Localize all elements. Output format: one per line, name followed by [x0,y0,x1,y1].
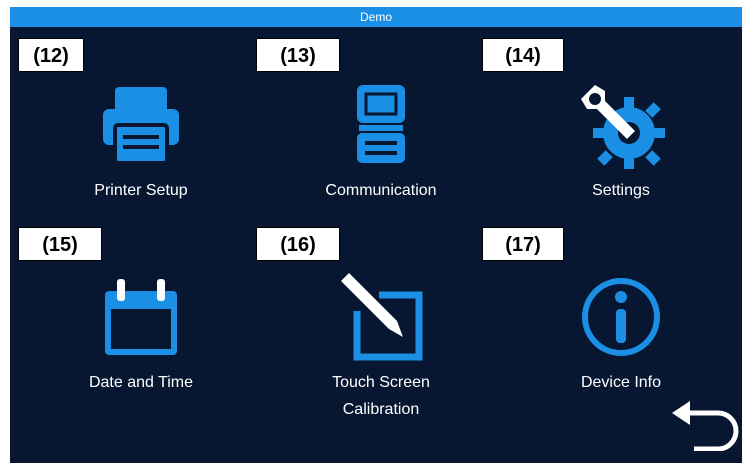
callout-badge-13: (13) [256,38,340,72]
tile-settings[interactable]: Settings [505,47,737,237]
callout-badge-12: (12) [18,38,84,72]
tile-label: Settings [592,182,650,199]
callout-badge-16: (16) [256,227,340,261]
calendar-icon [105,279,177,355]
tile-label: Communication [325,182,437,199]
callout-badge-14: (14) [482,38,564,72]
tile-label: Device Info [580,374,662,391]
settings-gear-wrench-icon [581,85,665,169]
tile-label-line-2: Calibration [342,401,420,418]
tile-printer-setup[interactable]: Printer Setup [25,47,257,237]
device-screen: Demo Printer Setup Communication Setting… [10,7,742,463]
printer-icon [103,87,179,165]
touch-calibration-pen-icon [341,273,423,361]
communication-icon [357,85,405,163]
tile-label-line-1: Touch Screen [332,374,430,391]
tile-touch-screen-calibration[interactable]: Touch Screen Calibration [265,239,497,429]
back-button[interactable] [668,401,740,452]
tile-label: Date and Time [88,374,194,391]
back-arrow-icon [672,401,739,452]
callout-badge-15: (15) [18,227,102,261]
callout-badge-17: (17) [482,227,564,261]
tile-label: Printer Setup [94,182,188,199]
info-icon [582,278,660,356]
tile-date-and-time[interactable]: Date and Time [25,239,257,429]
tile-communication[interactable]: Communication [265,47,497,237]
title-bar: Demo [10,7,742,27]
